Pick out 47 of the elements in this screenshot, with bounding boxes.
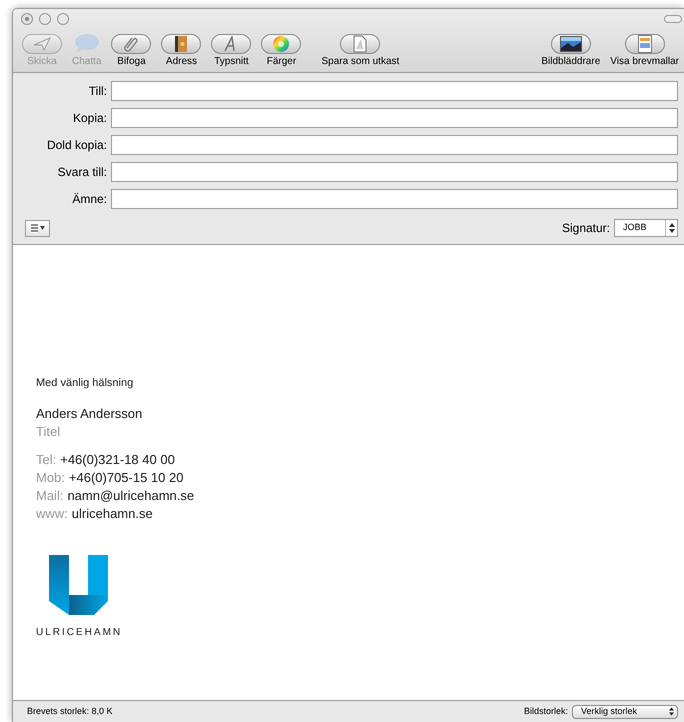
contact-label: Tel: [36, 450, 56, 468]
stationery-icon [638, 35, 652, 53]
logo-text: ULRICEHAMN [36, 626, 124, 640]
close-button[interactable] [21, 13, 33, 25]
format-menu-button[interactable] [25, 220, 50, 236]
list-caret-icon [30, 224, 44, 232]
stepper-arrows-icon [669, 707, 674, 716]
toolbar-button[interactable]: Visa brevmallar [607, 34, 682, 67]
input-field[interactable] [111, 162, 678, 182]
input-field[interactable] [111, 134, 678, 154]
field-label: Svara till: [56, 164, 108, 180]
image-size-label: Bildstorlek: [524, 704, 568, 718]
book-icon [174, 35, 188, 53]
sender-name: Anders Andersson [36, 404, 144, 422]
stepper-arrows-icon [665, 220, 677, 236]
paperclip-icon [123, 36, 140, 52]
contact-label: www: [36, 504, 68, 522]
toolbar-button[interactable]: Bildbläddrare [538, 34, 604, 67]
contact-label: Mob: [36, 468, 65, 486]
paper-plane-icon [33, 37, 51, 51]
sender-title: Titel [36, 422, 62, 440]
color-wheel-icon [272, 35, 290, 53]
input-field[interactable] [111, 80, 678, 100]
document-icon [353, 35, 368, 53]
contact-label: Mail: [36, 486, 64, 504]
toolbar-button[interactable]: Spara som utkast [318, 34, 402, 67]
contact-value: +46(0)321-18 40 00 [60, 450, 175, 468]
signature-select[interactable]: JOBB [614, 219, 678, 237]
field-label: Dold kopia: [46, 136, 108, 154]
toolbar-toggle-button[interactable] [664, 15, 682, 23]
greeting-text: Med vänlig hälsning [36, 376, 134, 391]
contact-value: +46(0)705-15 10 20 [68, 468, 184, 486]
message-size-text: Brevets storlek: 8,0 K [27, 704, 113, 718]
input-field[interactable] [111, 108, 678, 128]
minimize-button[interactable] [39, 13, 51, 25]
field-label: Till: [88, 82, 108, 100]
photo-icon [560, 36, 582, 52]
speech-bubble-icon [74, 33, 100, 53]
image-size-select[interactable]: Verklig storlek [572, 704, 678, 718]
zoom-button[interactable] [57, 13, 69, 25]
signature-label: Signatur: [562, 220, 610, 237]
input-field[interactable] [111, 188, 678, 208]
field-label: Ämne: [71, 190, 108, 208]
contact-value: namn@ulricehamn.se [67, 486, 194, 504]
contact-value: ulricehamn.se [72, 504, 153, 522]
field-label: Kopia: [72, 110, 108, 126]
logo-icon [49, 554, 108, 614]
